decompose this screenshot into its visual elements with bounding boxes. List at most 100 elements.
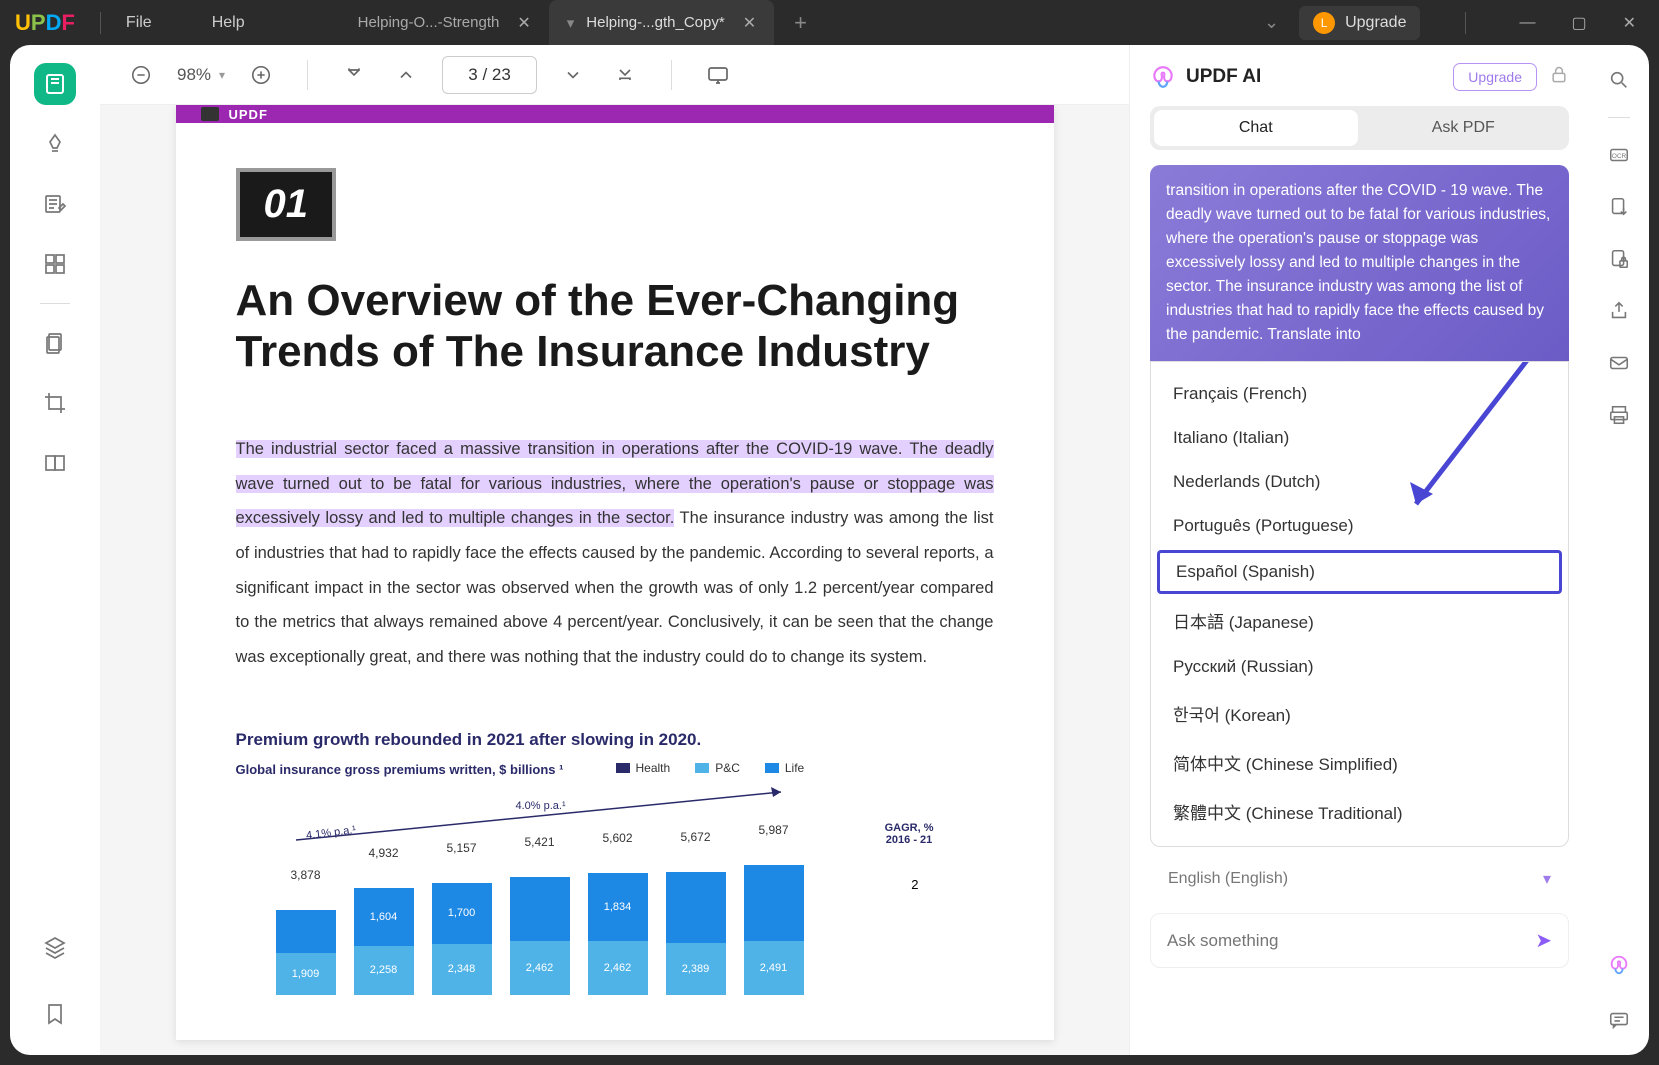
- reader-mode-icon[interactable]: [34, 63, 76, 105]
- bar-group: 5,4212,462: [510, 877, 570, 995]
- ai-context-message: transition in operations after the COVID…: [1150, 165, 1569, 361]
- ai-tabs: Chat Ask PDF: [1150, 106, 1569, 150]
- edit-text-icon[interactable]: [34, 183, 76, 225]
- chevron-down-icon[interactable]: ⌄: [1264, 12, 1279, 33]
- presentation-button[interactable]: [702, 59, 734, 91]
- divider: [40, 303, 70, 304]
- layers-icon[interactable]: [34, 926, 76, 968]
- tab-inactive[interactable]: Helping-O...-Strength ✕: [340, 0, 549, 45]
- print-icon[interactable]: [1604, 400, 1634, 430]
- ocr-icon[interactable]: OCR: [1604, 140, 1634, 170]
- close-button[interactable]: ✕: [1615, 13, 1644, 33]
- titlebar-right: ⌄ L Upgrade — ▢ ✕: [1264, 6, 1644, 40]
- lang-option-russian[interactable]: Русский (Russian): [1151, 645, 1568, 689]
- bookmark-icon[interactable]: [34, 993, 76, 1035]
- upgrade-button[interactable]: L Upgrade: [1299, 6, 1420, 40]
- lang-option-portuguese[interactable]: Português (Portuguese): [1151, 504, 1568, 548]
- email-icon[interactable]: [1604, 348, 1634, 378]
- divider: [307, 60, 308, 90]
- menu-help[interactable]: Help: [212, 14, 245, 32]
- divider: [1465, 12, 1466, 34]
- search-icon[interactable]: [1604, 65, 1634, 95]
- growth-label: 4.0% p.a.¹: [516, 800, 566, 812]
- tab-label: Helping-...gth_Copy*: [586, 14, 724, 31]
- upgrade-label: Upgrade: [1345, 14, 1406, 32]
- chart-title: Premium growth rebounded in 2021 after s…: [236, 730, 994, 750]
- zoom-out-button[interactable]: [125, 59, 157, 91]
- ask-input[interactable]: [1167, 931, 1523, 951]
- close-icon[interactable]: ✕: [743, 13, 756, 33]
- bar-group: 5,9872,491: [744, 865, 804, 995]
- ai-tab-askpdf[interactable]: Ask PDF: [1362, 110, 1566, 146]
- language-select[interactable]: English (English) ▾: [1150, 857, 1569, 901]
- tab-menu-icon[interactable]: ▾: [567, 14, 575, 32]
- lang-option-spanish[interactable]: Español (Spanish): [1157, 550, 1562, 594]
- menu-file[interactable]: File: [126, 14, 152, 32]
- compare-icon[interactable]: [34, 442, 76, 484]
- page-number-input[interactable]: 3 / 23: [442, 56, 537, 94]
- app-logo: UPDF: [15, 10, 75, 36]
- svg-text:OCR: OCR: [1612, 153, 1627, 160]
- lang-option-dutch[interactable]: Nederlands (Dutch): [1151, 460, 1568, 504]
- tab-strip: Helping-O...-Strength ✕ ▾ Helping-...gth…: [340, 0, 1264, 45]
- document-viewport[interactable]: UPDF 01 An Overview of the Ever-Changing…: [100, 105, 1129, 1055]
- convert-icon[interactable]: [1604, 192, 1634, 222]
- page-tool-icon[interactable]: [34, 322, 76, 364]
- ai-header: UPDF AI Upgrade: [1150, 63, 1569, 91]
- lock-icon[interactable]: [1549, 65, 1569, 90]
- zoom-percent[interactable]: 98% ▾: [177, 65, 225, 85]
- language-dropdown: Français (French) Italiano (Italian) Ned…: [1150, 361, 1569, 847]
- zoom-in-button[interactable]: [245, 59, 277, 91]
- bar-group: 5,6722,389: [666, 872, 726, 995]
- ai-title: UPDF AI: [1150, 64, 1261, 90]
- ask-input-row: ➤: [1150, 913, 1569, 968]
- lang-option-french[interactable]: Français (French): [1151, 372, 1568, 416]
- prev-page-button[interactable]: [390, 59, 422, 91]
- gagr-value: 2: [911, 877, 918, 892]
- page-banner: UPDF: [176, 105, 1054, 123]
- lang-option-italian[interactable]: Italiano (Italian): [1151, 416, 1568, 460]
- page-title: An Overview of the Ever-Changing Trends …: [236, 276, 994, 377]
- tab-label: Helping-O...-Strength: [358, 14, 500, 31]
- tab-active[interactable]: ▾ Helping-...gth_Copy* ✕: [549, 0, 774, 45]
- gagr-label: GAGR, %2016 - 21: [885, 822, 934, 846]
- titlebar: UPDF File Help Helping-O...-Strength ✕ ▾…: [0, 0, 1659, 45]
- highlight-icon[interactable]: [34, 123, 76, 165]
- share-icon[interactable]: [1604, 296, 1634, 326]
- ai-logo-icon: [1150, 64, 1176, 90]
- minimize-button[interactable]: —: [1511, 14, 1543, 32]
- close-icon[interactable]: ✕: [517, 13, 530, 33]
- chevron-down-icon: ▾: [1543, 869, 1551, 889]
- organize-pages-icon[interactable]: [34, 243, 76, 285]
- crop-icon[interactable]: [34, 382, 76, 424]
- toolbar: 98% ▾ 3 / 23: [100, 45, 1129, 105]
- chevron-down-icon: ▾: [219, 68, 225, 82]
- bar-group: 3,8781,909: [276, 910, 336, 994]
- first-page-button[interactable]: [338, 59, 370, 91]
- chart-legend: Health P&C Life: [616, 761, 994, 775]
- right-rail: OCR: [1589, 45, 1649, 1055]
- lang-option-chinese-traditional[interactable]: 繁體中文 (Chinese Traditional): [1151, 787, 1568, 836]
- last-page-button[interactable]: [609, 59, 641, 91]
- banner-logo-icon: [201, 107, 219, 121]
- divider: [1608, 117, 1630, 118]
- document-page: UPDF 01 An Overview of the Ever-Changing…: [176, 105, 1054, 1040]
- bar-group: 5,6022,4621,834: [588, 873, 648, 995]
- selected-language: English (English): [1168, 870, 1288, 888]
- page-body[interactable]: The industrial sector faced a massive tr…: [236, 432, 994, 674]
- ai-tab-chat[interactable]: Chat: [1154, 110, 1358, 146]
- avatar: L: [1313, 12, 1335, 34]
- lang-option-japanese[interactable]: 日本語 (Japanese): [1151, 596, 1568, 645]
- protect-icon[interactable]: [1604, 244, 1634, 274]
- lang-option-korean[interactable]: 한국어 (Korean): [1151, 689, 1568, 738]
- send-button[interactable]: ➤: [1535, 928, 1552, 953]
- maximize-button[interactable]: ▢: [1563, 13, 1594, 33]
- add-tab-button[interactable]: +: [794, 10, 807, 36]
- ai-upgrade-button[interactable]: Upgrade: [1453, 63, 1537, 91]
- comment-icon[interactable]: [1604, 1005, 1634, 1035]
- workspace: 98% ▾ 3 / 23: [10, 45, 1649, 1055]
- ai-fab-icon[interactable]: [1604, 950, 1634, 980]
- next-page-button[interactable]: [557, 59, 589, 91]
- lang-option-chinese-simplified[interactable]: 简体中文 (Chinese Simplified): [1151, 738, 1568, 787]
- divider: [671, 60, 672, 90]
